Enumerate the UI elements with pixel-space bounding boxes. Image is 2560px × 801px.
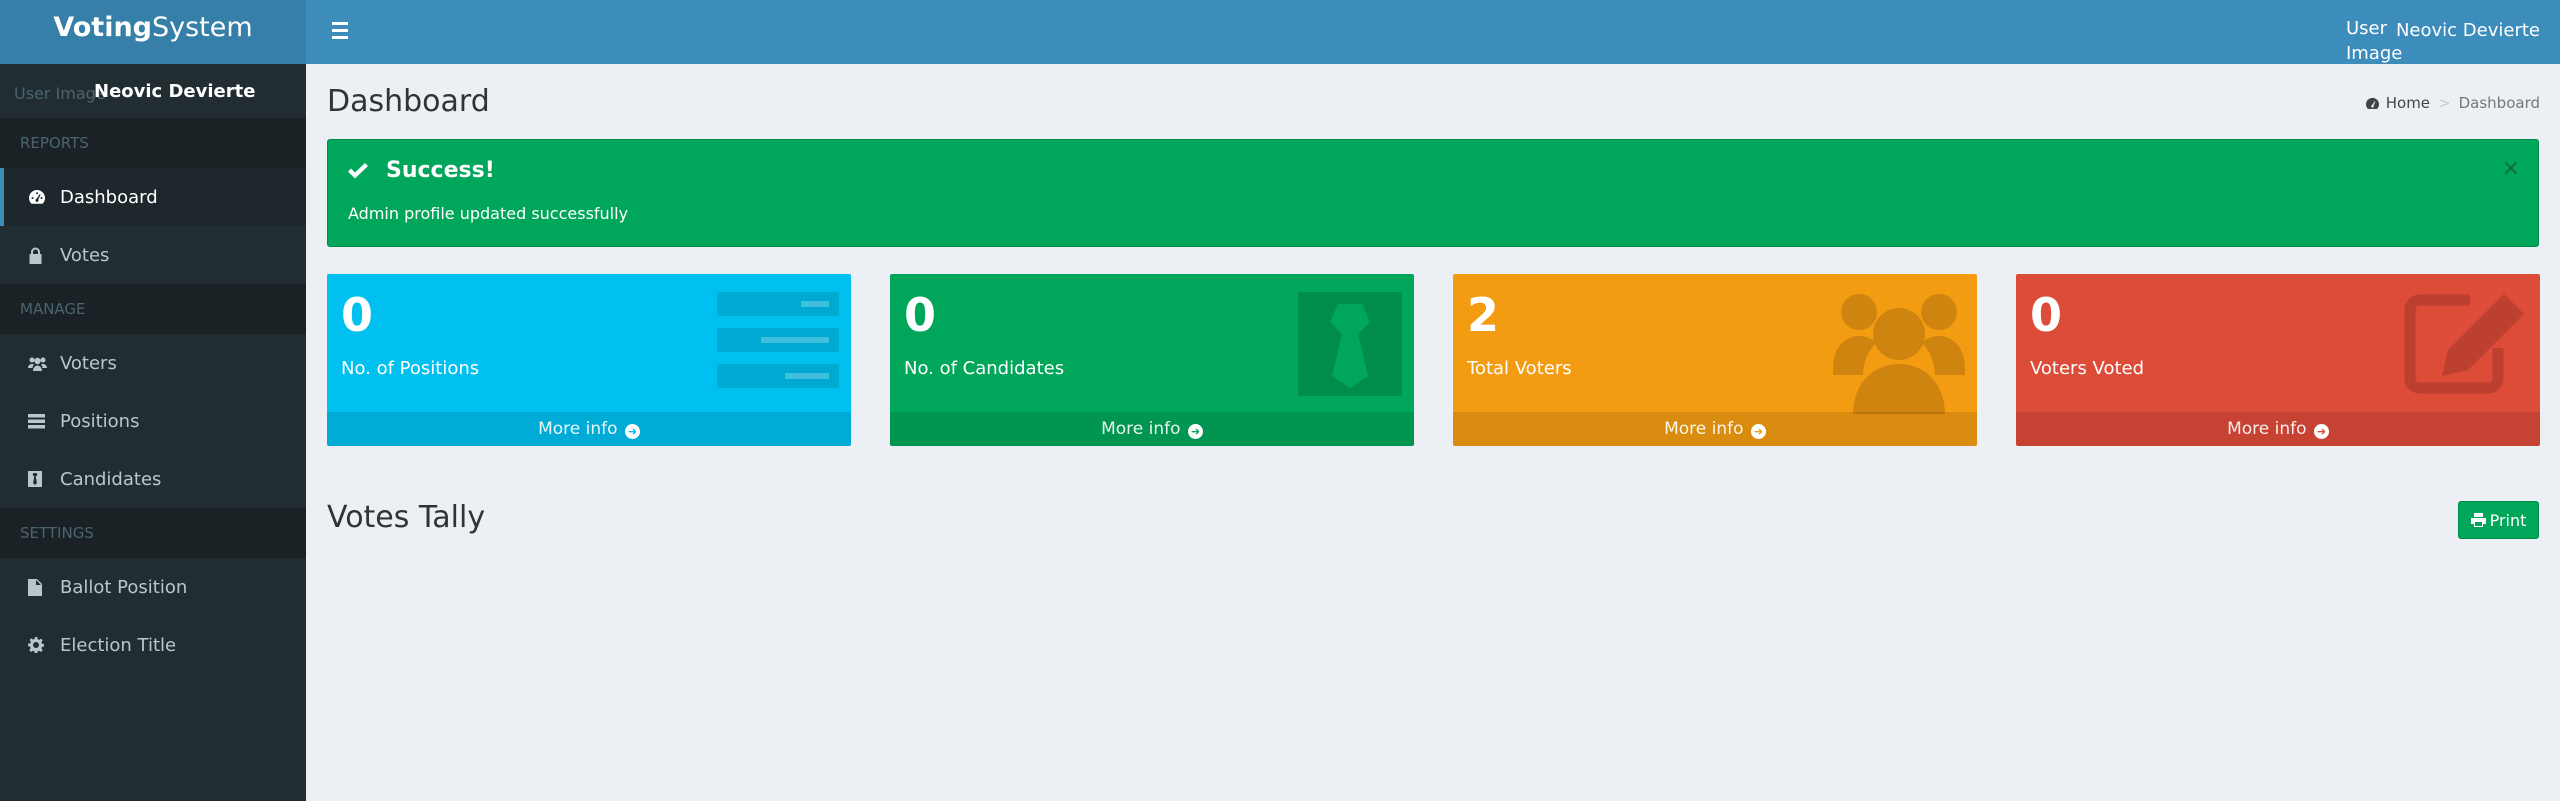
box-label: No. of Candidates [904, 358, 1065, 379]
print-label: Print [2489, 510, 2527, 530]
file-text-icon [28, 578, 60, 596]
sidebar-item-candidates[interactable]: Candidates [0, 450, 306, 508]
logo-light-text: System [152, 12, 253, 43]
sidebar-header-manage: MANAGE [0, 284, 306, 334]
sidebar-item-label: Voters [60, 352, 117, 374]
sidebar-item-dashboard[interactable]: Dashboard [0, 168, 306, 226]
sidebar-user-avatar: User Image [14, 84, 106, 103]
user-avatar: User Image [2345, 18, 2403, 64]
success-alert: Success! Admin profile updated successfu… [327, 139, 2539, 247]
more-info-link[interactable]: More info ➜ [327, 412, 851, 446]
breadcrumb-current: Dashboard [2458, 94, 2540, 112]
dashboard-icon [28, 189, 60, 205]
users-icon [1833, 294, 1965, 414]
sidebar-user-panel: User Image Neovic Devierte [0, 64, 306, 118]
box-label: Total Voters [1467, 358, 1572, 379]
box-label: No. of Positions [341, 358, 480, 379]
page-title: Dashboard [327, 84, 490, 119]
app-logo[interactable]: VotingSystem [0, 0, 306, 64]
main-content: Dashboard Home > Dashboard Success! Admi… [306, 64, 2560, 801]
lock-icon [28, 247, 60, 264]
sidebar-item-label: Ballot Position [60, 576, 188, 598]
hamburger-icon [332, 22, 348, 25]
users-icon [28, 356, 60, 371]
breadcrumb: Home > Dashboard [2365, 94, 2540, 112]
box-number: 0 [2030, 288, 2063, 342]
logo-bold-text: Voting [53, 12, 152, 43]
more-info-label: More info [2227, 419, 2307, 439]
votes-tally-title: Votes Tally [327, 500, 486, 535]
sidebar-item-positions[interactable]: Positions [0, 392, 306, 450]
print-button[interactable]: Print [2458, 501, 2539, 539]
box-number: 2 [1467, 288, 1500, 342]
small-box-candidates: 0 No. of Candidates More info ➜ [890, 274, 1414, 446]
print-icon [2470, 513, 2486, 527]
box-number: 0 [904, 288, 937, 342]
arrow-circle-right-icon: ➜ [624, 424, 640, 439]
sidebar-item-label: Dashboard [60, 186, 158, 208]
sidebar-item-votes[interactable]: Votes [0, 226, 306, 284]
tie-icon [1298, 292, 1402, 396]
sidebar-user-name: Neovic Devierte [94, 81, 256, 102]
more-info-link[interactable]: More info ➜ [1453, 412, 1977, 446]
box-number: 0 [341, 288, 374, 342]
sidebar-item-label: Votes [60, 244, 110, 266]
sidebar-item-label: Election Title [60, 634, 177, 656]
user-menu[interactable]: User Image Neovic Devierte [2346, 0, 2560, 64]
sidebar-item-label: Candidates [60, 468, 162, 490]
more-info-link[interactable]: More info ➜ [2016, 412, 2540, 446]
stat-boxes: 0 No. of Positions More info ➜ 0 No. of … [327, 274, 2540, 446]
more-info-label: More info [1101, 419, 1181, 439]
sidebar-header-settings: SETTINGS [0, 508, 306, 558]
sidebar-item-label: Positions [60, 410, 140, 432]
breadcrumb-separator: > [2438, 94, 2451, 112]
sidebar-header-reports: REPORTS [0, 118, 306, 168]
arrow-circle-right-icon: ➜ [2313, 424, 2329, 439]
sidebar-item-ballot-position[interactable]: Ballot Position [0, 558, 306, 616]
arrow-circle-right-icon: ➜ [1187, 424, 1203, 439]
box-label: Voters Voted [2030, 358, 2145, 379]
tasks-icon [28, 413, 60, 429]
tie-icon [28, 471, 60, 487]
alert-close-button[interactable]: × [2502, 158, 2520, 180]
small-box-total-voters: 2 Total Voters More info ➜ [1453, 274, 1977, 446]
more-info-link[interactable]: More info ➜ [890, 412, 1414, 446]
cog-icon [28, 637, 60, 653]
small-box-voters-voted: 0 Voters Voted More info ➜ [2016, 274, 2540, 446]
tasks-icon [717, 292, 839, 388]
sidebar-item-voters[interactable]: Voters [0, 334, 306, 392]
more-info-label: More info [538, 419, 618, 439]
check-icon [348, 162, 368, 178]
alert-message: Admin profile updated successfully [348, 204, 629, 223]
breadcrumb-home-link[interactable]: Home [2386, 94, 2430, 112]
sidebar-toggle-button[interactable] [326, 18, 354, 46]
user-name: Neovic Devierte [2395, 20, 2540, 41]
sidebar-item-election-title[interactable]: Election Title [0, 616, 306, 674]
alert-title: Success! [348, 158, 495, 183]
arrow-circle-right-icon: ➜ [1750, 424, 1766, 439]
more-info-label: More info [1664, 419, 1744, 439]
small-box-positions: 0 No. of Positions More info ➜ [327, 274, 851, 446]
dashboard-icon [2365, 97, 2379, 109]
sidebar: User Image Neovic Devierte REPORTS Dashb… [0, 64, 306, 801]
alert-title-text: Success! [386, 158, 495, 183]
top-navbar: User Image Neovic Devierte [306, 0, 2560, 64]
edit-icon [2404, 294, 2524, 394]
